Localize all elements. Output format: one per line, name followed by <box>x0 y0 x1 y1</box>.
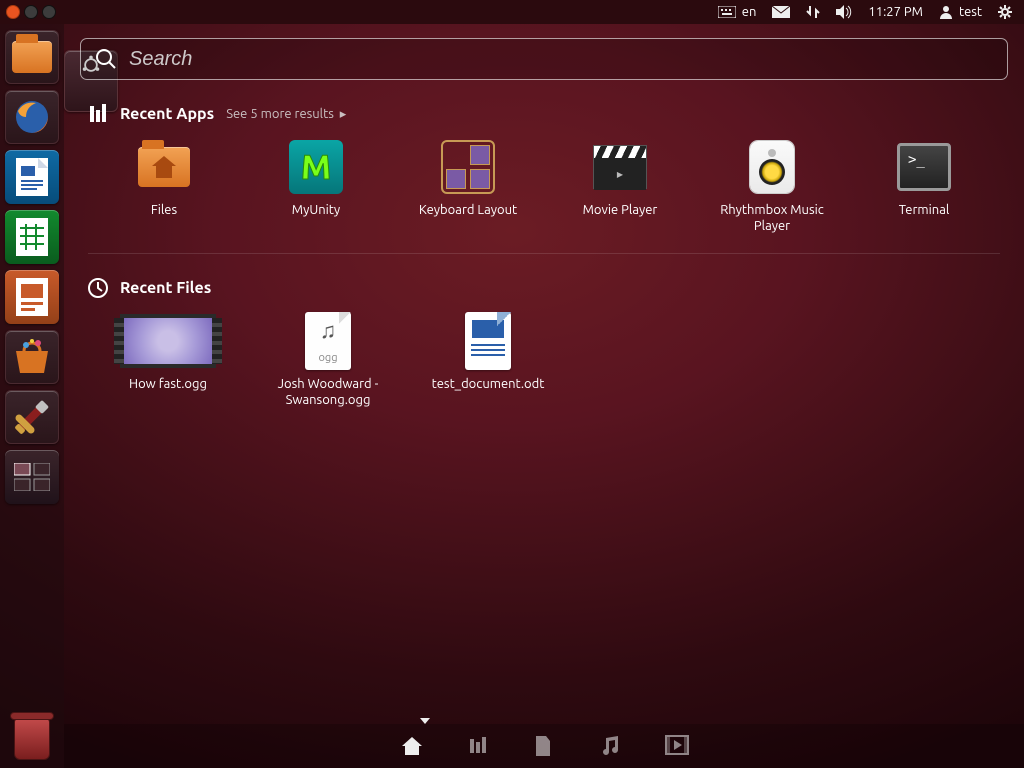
search-input[interactable] <box>129 48 993 71</box>
software-center-icon <box>12 339 52 375</box>
file-label: How fast.ogg <box>129 376 207 392</box>
recent-apps-grid: Files M MyUnity Keyboard Layout ▶ Movie … <box>88 140 1000 235</box>
app-label: Keyboard Layout <box>419 202 517 218</box>
user-menu[interactable]: test <box>933 5 988 19</box>
impress-icon <box>16 278 48 316</box>
lens-bar <box>64 724 1024 768</box>
file-label: test_document.odt <box>432 376 545 392</box>
myunity-icon: M <box>289 140 343 194</box>
lens-videos[interactable] <box>665 735 687 757</box>
top-panel: en 11:27 PM test <box>0 0 1024 24</box>
user-icon <box>939 5 953 19</box>
file-label: Josh Woodward - Swansong.ogg <box>258 376 398 409</box>
lens-applications[interactable] <box>467 735 489 757</box>
audio-file-icon: ♫ogg <box>305 312 351 370</box>
launcher-calc[interactable] <box>5 210 59 264</box>
video-thumbnail-icon <box>120 314 216 368</box>
recent-apps-more-link[interactable]: See 5 more results ▸ <box>226 107 346 122</box>
terminal-icon: >_ <box>897 143 951 191</box>
launcher-trash[interactable] <box>5 708 59 762</box>
search-bar[interactable] <box>80 38 1008 80</box>
firefox-icon <box>12 97 52 137</box>
music-icon <box>599 735 621 757</box>
writer-icon <box>16 158 48 196</box>
app-movie-player[interactable]: ▶ Movie Player <box>544 140 696 235</box>
keyboard-layout-icon <box>441 140 495 194</box>
lens-files[interactable] <box>533 735 555 757</box>
keyboard-indicator-label: en <box>742 5 757 19</box>
launcher-system-settings[interactable] <box>5 390 59 444</box>
folder-icon <box>12 41 52 73</box>
file-how-fast[interactable]: How fast.ogg <box>88 314 248 409</box>
recent-apps-section: Recent Apps See 5 more results ▸ Files M… <box>80 100 1008 235</box>
app-label: Files <box>151 202 177 218</box>
launcher-workspace-switcher[interactable] <box>5 450 59 504</box>
recent-apps-title: Recent Apps <box>120 105 214 123</box>
workspace-icon <box>14 463 50 491</box>
recent-files-grid: How fast.ogg ♫ogg Josh Woodward - Swanso… <box>88 314 1000 409</box>
launcher-impress[interactable] <box>5 270 59 324</box>
speaker-icon <box>750 141 794 193</box>
file-josh-woodward[interactable]: ♫ogg Josh Woodward - Swansong.ogg <box>248 314 408 409</box>
launcher-home-folder[interactable] <box>5 30 59 84</box>
sound-indicator[interactable] <box>830 5 858 19</box>
window-close-button[interactable] <box>6 5 20 19</box>
applications-icon <box>467 735 489 757</box>
home-icon <box>401 735 423 757</box>
clapper-icon: ▶ <box>593 145 647 189</box>
gear-icon <box>998 5 1012 19</box>
app-myunity[interactable]: M MyUnity <box>240 140 392 235</box>
messaging-indicator[interactable] <box>766 6 796 18</box>
app-label: Rhythmbox Music Player <box>702 202 842 235</box>
launcher-software-center[interactable] <box>5 330 59 384</box>
keyboard-icon <box>718 6 736 18</box>
app-terminal[interactable]: >_ Terminal <box>848 140 1000 235</box>
file-test-document[interactable]: test_document.odt <box>408 314 568 409</box>
mail-icon <box>772 6 790 18</box>
home-icon <box>152 156 176 178</box>
lens-home[interactable] <box>401 735 423 757</box>
recent-files-title: Recent Files <box>120 279 211 297</box>
app-label: Terminal <box>899 202 950 218</box>
apps-section-icon <box>88 104 108 124</box>
network-indicator[interactable] <box>800 5 826 19</box>
folder-icon <box>138 147 190 187</box>
app-label: MyUnity <box>292 202 340 218</box>
video-icon <box>665 735 689 755</box>
app-files[interactable]: Files <box>88 140 240 235</box>
clock[interactable]: 11:27 PM <box>862 5 929 19</box>
search-icon <box>95 48 117 70</box>
window-maximize-button[interactable] <box>42 5 56 19</box>
recent-files-section: Recent Files How fast.ogg ♫ogg Josh Wood… <box>80 274 1008 409</box>
launcher-writer[interactable] <box>5 150 59 204</box>
app-rhythmbox[interactable]: Rhythmbox Music Player <box>696 140 848 235</box>
clock-icon <box>88 278 108 298</box>
calc-icon <box>16 218 48 256</box>
file-icon <box>533 735 553 757</box>
settings-icon <box>13 398 51 436</box>
window-minimize-button[interactable] <box>24 5 38 19</box>
launcher <box>0 24 64 768</box>
section-divider <box>88 253 1000 254</box>
system-menu[interactable] <box>992 5 1018 19</box>
dash-home: Recent Apps See 5 more results ▸ Files M… <box>64 24 1024 768</box>
user-label: test <box>959 5 982 19</box>
volume-icon <box>836 5 852 19</box>
app-label: Movie Player <box>583 202 658 218</box>
launcher-firefox[interactable] <box>5 90 59 144</box>
lens-music[interactable] <box>599 735 621 757</box>
app-keyboard-layout[interactable]: Keyboard Layout <box>392 140 544 235</box>
document-file-icon <box>465 312 511 370</box>
network-icon <box>806 5 820 19</box>
clock-label: 11:27 PM <box>868 5 923 19</box>
keyboard-indicator[interactable]: en <box>712 5 763 19</box>
